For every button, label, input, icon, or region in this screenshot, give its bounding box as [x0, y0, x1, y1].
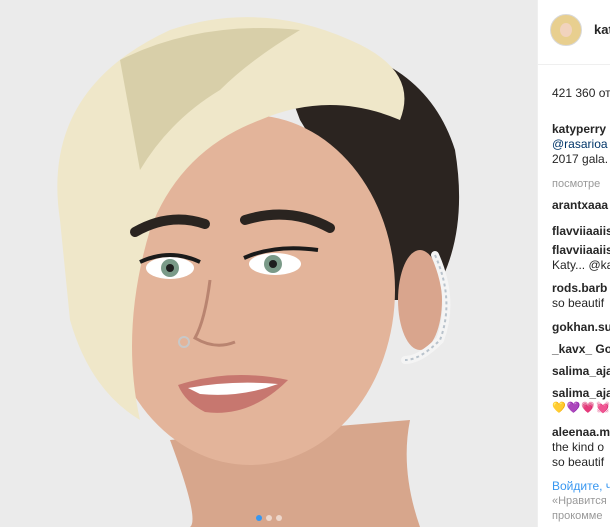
login-prompt-line: прокомме	[552, 510, 603, 522]
comment: flavviiaaiis	[552, 224, 610, 239]
comment-username[interactable]: gokhan.su	[552, 320, 610, 335]
comment-username[interactable]: salima_aja	[552, 386, 610, 401]
comment-text: so beautif	[552, 455, 605, 469]
comment: salima_aja	[552, 364, 610, 379]
comment: salima_aja 💛💜💗💓	[552, 386, 610, 416]
comment: aleenaa.m the kind o so beautif	[552, 425, 610, 470]
comment-username[interactable]: aleenaa.m	[552, 425, 610, 440]
login-prompt: «Нравится прокомме	[552, 494, 607, 524]
comment-text: so beautif	[552, 296, 605, 310]
post-side-panel: kat 421 360 от katyperry @rasarioa 2017 …	[537, 0, 610, 527]
comment-username[interactable]: flavviiaaiis	[552, 243, 610, 258]
caption-username[interactable]: katyperry	[552, 122, 606, 136]
login-prompt-line: «Нравится	[552, 495, 607, 507]
comment-username[interactable]: _kavx_ Go	[552, 342, 610, 357]
comment-text: the kind o	[552, 440, 605, 454]
comment-text: Katy... @ka	[552, 258, 610, 272]
login-link[interactable]: Войдите, ч	[552, 479, 610, 493]
portrait-illustration	[0, 0, 537, 527]
carousel-indicator	[0, 515, 537, 521]
post-header: kat	[538, 0, 610, 65]
post-caption: katyperry @rasarioa 2017 gala.	[552, 122, 608, 167]
carousel-dot[interactable]	[255, 515, 262, 521]
comment: rods.barb so beautif	[552, 281, 607, 311]
comment: _kavx_ Go	[552, 342, 610, 357]
carousel-dot[interactable]	[265, 515, 272, 521]
comment: gokhan.su	[552, 320, 610, 335]
caption-mention[interactable]: @rasarioa	[552, 137, 608, 151]
comment: flavviiaaiis Katy... @ka	[552, 243, 610, 273]
comment-username[interactable]: salima_aja	[552, 364, 610, 379]
post-photo[interactable]	[0, 0, 537, 527]
carousel-dot[interactable]	[275, 515, 282, 521]
comment: arantxaaa	[552, 198, 608, 213]
comment-emoji: 💛💜💗💓	[552, 402, 610, 414]
avatar[interactable]	[550, 14, 582, 46]
header-username[interactable]: kat	[594, 22, 610, 37]
comment-username[interactable]: rods.barb	[552, 281, 607, 296]
caption-text: 2017 gala.	[552, 152, 609, 166]
comment-username[interactable]: arantxaaa	[552, 198, 608, 213]
comment-username[interactable]: flavviiaaiis	[552, 224, 610, 239]
likes-count[interactable]: 421 360 от	[552, 86, 610, 100]
view-all-comments-link[interactable]: посмотре	[552, 178, 600, 190]
